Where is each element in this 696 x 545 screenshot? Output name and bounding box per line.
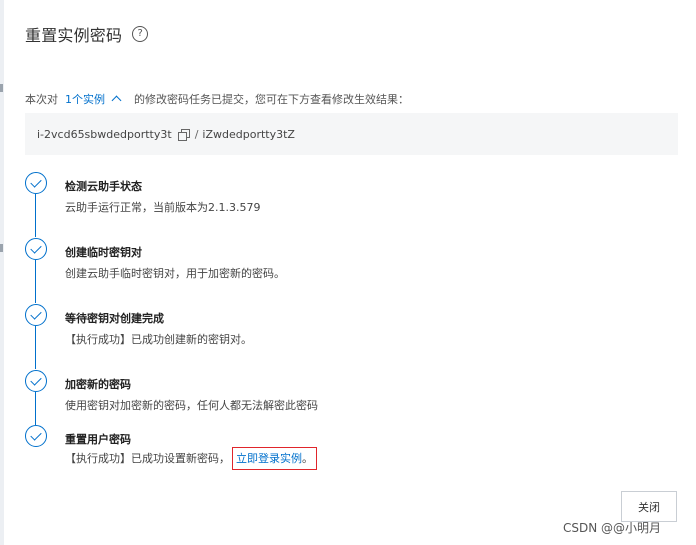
step-description: 创建云助手临时密钥对，用于加密新的密码。	[65, 267, 285, 280]
instance-panel: i-2vcd65sbwdedportty3t / iZwdedportty3tZ	[25, 113, 678, 155]
background-page-mark	[0, 84, 3, 92]
step-connector	[35, 260, 36, 303]
login-instance-link[interactable]: 立即登录实例	[236, 452, 302, 465]
instance-count-link[interactable]: 1个实例	[65, 91, 105, 107]
login-highlight-box: 立即登录实例。	[232, 447, 317, 470]
check-circle-icon	[25, 425, 47, 447]
chevron-up-icon[interactable]	[111, 95, 122, 106]
link-suffix: 。	[302, 452, 313, 465]
step-description: 【执行成功】已成功设置新密码， 立即登录实例。	[65, 447, 317, 470]
instance-id: i-2vcd65sbwdedportty3t	[37, 127, 172, 141]
summary-suffix: 的修改密码任务已提交，您可在下方查看修改生效结果：	[134, 93, 409, 106]
step-connector	[35, 392, 36, 425]
copy-icon[interactable]	[177, 128, 190, 141]
step-title: 重置用户密码	[65, 433, 131, 446]
close-button[interactable]: 关闭	[621, 491, 677, 522]
step-title: 加密新的密码	[65, 378, 131, 391]
step-description-text: 【执行成功】已成功设置新密码，	[65, 452, 230, 465]
check-circle-icon	[25, 304, 47, 326]
step-description: 云助手运行正常，当前版本为2.1.3.579	[65, 201, 261, 214]
check-circle-icon	[25, 370, 47, 392]
step-description: 【执行成功】已成功创建新的密钥对。	[65, 333, 252, 346]
check-circle-icon	[25, 172, 47, 194]
check-circle-icon	[25, 238, 47, 260]
summary-prefix: 本次对	[25, 93, 58, 106]
step-connector	[35, 194, 36, 237]
step-title: 检测云助手状态	[65, 180, 142, 193]
step-description: 使用密钥对加密新的密码，任何人都无法解密此密码	[65, 399, 318, 412]
step-title: 等待密钥对创建完成	[65, 312, 164, 325]
dialog-header: 重置实例密码 ?	[25, 22, 149, 46]
reset-password-dialog: 重置实例密码 ? 本次对 1个实例 的修改密码任务已提交，您可在下方查看修改生效…	[4, 0, 696, 545]
submission-summary: 本次对 1个实例 的修改密码任务已提交，您可在下方查看修改生效结果：	[25, 91, 409, 107]
instance-separator: /	[194, 127, 199, 141]
background-page-mark	[0, 244, 3, 252]
step-title: 创建临时密钥对	[65, 246, 142, 259]
dialog-title: 重置实例密码	[25, 26, 123, 45]
watermark: CSDN @@小明月	[563, 521, 662, 535]
question-circle-icon[interactable]: ?	[132, 26, 149, 42]
instance-name: iZwdedportty3tZ	[202, 127, 295, 141]
step-connector	[35, 326, 36, 369]
